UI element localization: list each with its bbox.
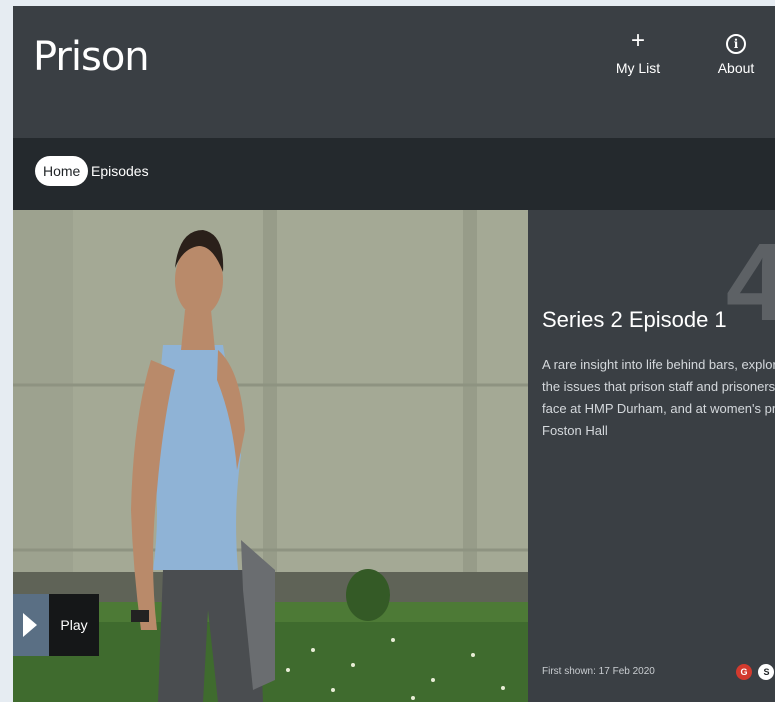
subtitles-badge: S	[758, 664, 775, 680]
episode-info-panel: 4 Series 2 Episode 1 A rare insight into…	[528, 210, 775, 702]
channel-4-logo: 4	[725, 221, 775, 344]
guidance-badge: G	[736, 664, 752, 680]
app-frame: Prison + My List i About Home Episodes P…	[13, 6, 775, 702]
tab-home[interactable]: Home	[35, 156, 89, 186]
hero-image: Play	[13, 210, 528, 702]
sub-navigation: Home Episodes	[13, 138, 775, 210]
play-label: Play	[49, 594, 99, 656]
header-bar: Prison + My List i About	[13, 6, 775, 138]
play-icon	[13, 594, 49, 656]
programme-title: Prison	[33, 34, 150, 80]
info-icon: i	[701, 28, 771, 56]
about-label: About	[717, 60, 755, 76]
about-button[interactable]: i About	[701, 28, 771, 76]
play-button[interactable]: Play	[13, 594, 99, 656]
plus-icon: +	[630, 27, 645, 54]
my-list-button[interactable]: + My List	[603, 27, 673, 77]
my-list-label: My List	[615, 60, 661, 76]
tab-episodes[interactable]: Episodes	[91, 156, 149, 186]
episode-description: A rare insight into life behind bars, ex…	[542, 357, 775, 438]
rating-badges: G S AD	[736, 662, 775, 680]
first-shown-date: First shown: 17 Feb 2020	[542, 666, 655, 677]
episode-title: Series 2 Episode 1	[542, 307, 727, 332]
